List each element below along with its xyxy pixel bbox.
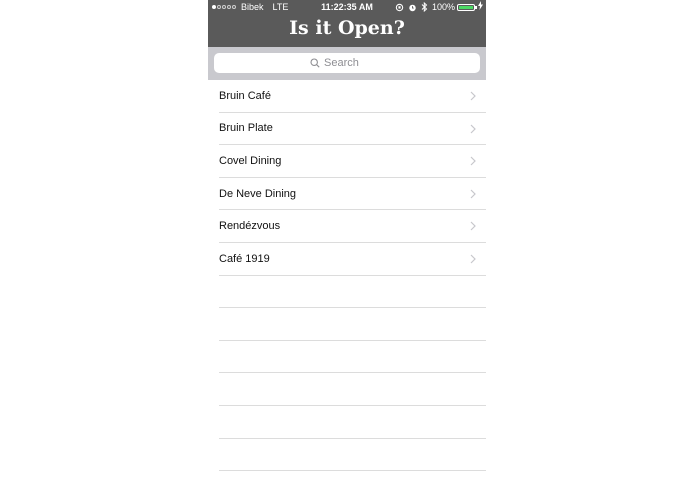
dining-hall-list: Bruin Café Bruin Plate Covel Dining De N…	[208, 80, 486, 472]
network-type: LTE	[272, 2, 289, 12]
status-bar: Bibek LTE 11:22:35 AM 100%	[208, 0, 486, 14]
chevron-right-icon	[470, 124, 476, 134]
list-item-bruin-plate[interactable]: Bruin Plate	[219, 113, 486, 146]
carrier-name: Bibek	[241, 2, 264, 12]
list-item-label: Café 1919	[219, 252, 270, 265]
alarm-icon	[408, 3, 417, 12]
battery-icon	[457, 3, 477, 11]
status-right: 100%	[395, 0, 483, 14]
app-title: Is it Open?	[289, 17, 405, 39]
empty-table-row	[219, 373, 486, 406]
list-item-rendezvous[interactable]: Rendézvous	[219, 210, 486, 243]
list-item-label: Covel Dining	[219, 154, 282, 167]
search-field[interactable]	[214, 53, 480, 73]
signal-dot	[222, 5, 226, 9]
signal-strength-icon	[212, 5, 237, 9]
signal-dot	[227, 5, 231, 9]
battery-fill	[459, 5, 473, 9]
empty-table-row	[219, 308, 486, 341]
search-bar	[208, 47, 486, 80]
signal-dot	[212, 5, 216, 9]
list-item-label: Rendézvous	[219, 220, 281, 233]
orientation-lock-icon	[395, 3, 404, 12]
phone-screen: Bibek LTE 11:22:35 AM 100% Is it Open? S…	[208, 0, 486, 494]
empty-table-row	[219, 276, 486, 309]
list-item-label: De Neve Dining	[219, 187, 297, 200]
navigation-header: Bibek LTE 11:22:35 AM 100% Is it Open?	[208, 0, 486, 47]
search-icon	[310, 58, 320, 68]
chevron-right-icon	[470, 221, 476, 231]
list-item-cafe-1919[interactable]: Café 1919	[219, 243, 486, 276]
bluetooth-icon	[421, 2, 428, 12]
empty-table-row	[219, 406, 486, 439]
signal-dot	[217, 5, 221, 9]
empty-table-row	[219, 439, 486, 472]
charging-icon	[478, 0, 483, 14]
chevron-right-icon	[470, 156, 476, 166]
list-item-label: Bruin Plate	[219, 122, 273, 135]
signal-dot	[232, 5, 236, 9]
list-item-label: Bruin Café	[219, 89, 271, 102]
chevron-right-icon	[470, 254, 476, 264]
chevron-right-icon	[470, 91, 476, 101]
list-item-bruin-cafe[interactable]: Bruin Café	[219, 80, 486, 113]
chevron-right-icon	[470, 189, 476, 199]
search-input[interactable]	[324, 57, 384, 69]
list-item-covel-dining[interactable]: Covel Dining	[219, 145, 486, 178]
battery-percent: 100%	[431, 2, 455, 12]
empty-table-row	[219, 341, 486, 374]
status-left: Bibek LTE	[212, 0, 288, 14]
list-item-de-neve-dining[interactable]: De Neve Dining	[219, 178, 486, 211]
